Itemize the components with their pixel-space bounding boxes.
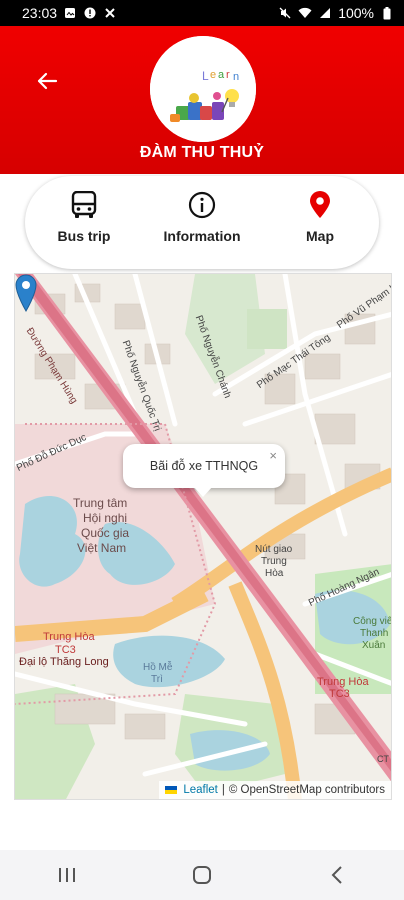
- tab-bar: Bus trip Information Map: [25, 176, 379, 269]
- map-label-tc3-b: TC3: [329, 688, 350, 700]
- school-logo: L e a r n: [150, 36, 256, 142]
- map-view[interactable]: Đường Phạm Hùng Phố Nguyễn Chánh Phố Ngu…: [14, 273, 392, 800]
- map-label-dai-lo-thang-long: Đại lộ Thăng Long: [19, 656, 109, 668]
- svg-text:n: n: [233, 71, 239, 83]
- gallery-icon: [63, 6, 77, 20]
- info-icon: [187, 190, 217, 220]
- recent-apps-button[interactable]: [37, 855, 97, 895]
- svg-text:L: L: [202, 69, 209, 83]
- mute-icon: [278, 6, 292, 20]
- osm-attribution[interactable]: © OpenStreetMap contributors: [229, 784, 385, 796]
- signal-icon: [318, 6, 332, 20]
- tab-map-label: Map: [306, 228, 334, 244]
- map-label-tri: Trì: [151, 674, 163, 685]
- svg-text:a: a: [218, 69, 225, 81]
- app-header: L e a r n ĐÀM THU THUỶ: [0, 26, 404, 174]
- map-pin-icon: [305, 190, 335, 220]
- arrow-left-icon: [37, 72, 58, 90]
- status-bar: 23:03 100%: [0, 0, 404, 26]
- popup-text: Bãi đỗ xe TTHNQG: [149, 459, 259, 473]
- map-label-trung-hoa-tc3-b: Trung Hòa: [317, 676, 369, 688]
- map-label-trung: Trung: [261, 556, 287, 567]
- tools-icon: [103, 6, 117, 20]
- recent-apps-icon: [59, 868, 76, 882]
- home-button[interactable]: [172, 855, 232, 895]
- map-tiles: [15, 274, 391, 799]
- popup-close-button[interactable]: ×: [269, 448, 277, 463]
- map-label-thanh: Thanh: [360, 628, 389, 639]
- map-label-quoc-gia: Quốc gia: [81, 526, 130, 540]
- tab-bus-trip[interactable]: Bus trip: [25, 176, 143, 269]
- battery-percent: 100%: [338, 5, 374, 21]
- back-nav-icon: [331, 866, 342, 884]
- ukraine-flag-icon: [165, 786, 178, 794]
- map-label-hoa: Hòa: [265, 568, 284, 579]
- location-marker-icon[interactable]: [15, 274, 37, 312]
- school-name: ĐÀM THU THUỶ: [139, 144, 265, 161]
- home-icon: [192, 866, 211, 884]
- bus-icon: [69, 190, 99, 220]
- back-nav-button[interactable]: [307, 855, 367, 895]
- popup-tip: [193, 486, 213, 497]
- tab-information[interactable]: Information: [143, 176, 261, 269]
- map-popup: Bãi đỗ xe TTHNQG ×: [123, 444, 285, 488]
- map-label-ct: CT: [377, 754, 389, 764]
- map-label-nut-giao: Nút giao: [255, 544, 293, 555]
- map-label-viet-nam: Việt Nam: [77, 541, 127, 555]
- map-label-trung-hoa-tc3: Trung Hòa: [43, 631, 95, 643]
- back-button[interactable]: [30, 64, 64, 98]
- tab-bus-trip-label: Bus trip: [57, 228, 111, 244]
- map-label-trung-tam: Trung tâm: [73, 496, 128, 510]
- tab-map[interactable]: Map: [261, 176, 379, 269]
- school-logo-avatar: L e a r n: [150, 36, 256, 142]
- svg-text:e: e: [210, 69, 216, 81]
- alert-icon: [83, 6, 97, 20]
- map-label-tc3: TC3: [55, 644, 76, 656]
- map-label-ho-me-tri: Hồ Mễ: [143, 662, 173, 673]
- battery-icon: [380, 6, 394, 20]
- attribution-separator: |: [221, 784, 225, 796]
- svg-text:r: r: [226, 69, 230, 81]
- clock: 23:03: [22, 5, 58, 21]
- map-label-hoi-nghi: Hội nghị: [83, 511, 128, 525]
- map-label-cong-vien: Công viên: [353, 616, 392, 627]
- map-label-xuan: Xuân: [362, 640, 386, 651]
- map-attribution: Leaflet | © OpenStreetMap contributors: [159, 781, 391, 799]
- tab-information-label: Information: [163, 228, 241, 244]
- system-nav-bar: [0, 850, 404, 900]
- wifi-icon: [298, 6, 312, 20]
- leaflet-link[interactable]: Leaflet: [183, 784, 218, 796]
